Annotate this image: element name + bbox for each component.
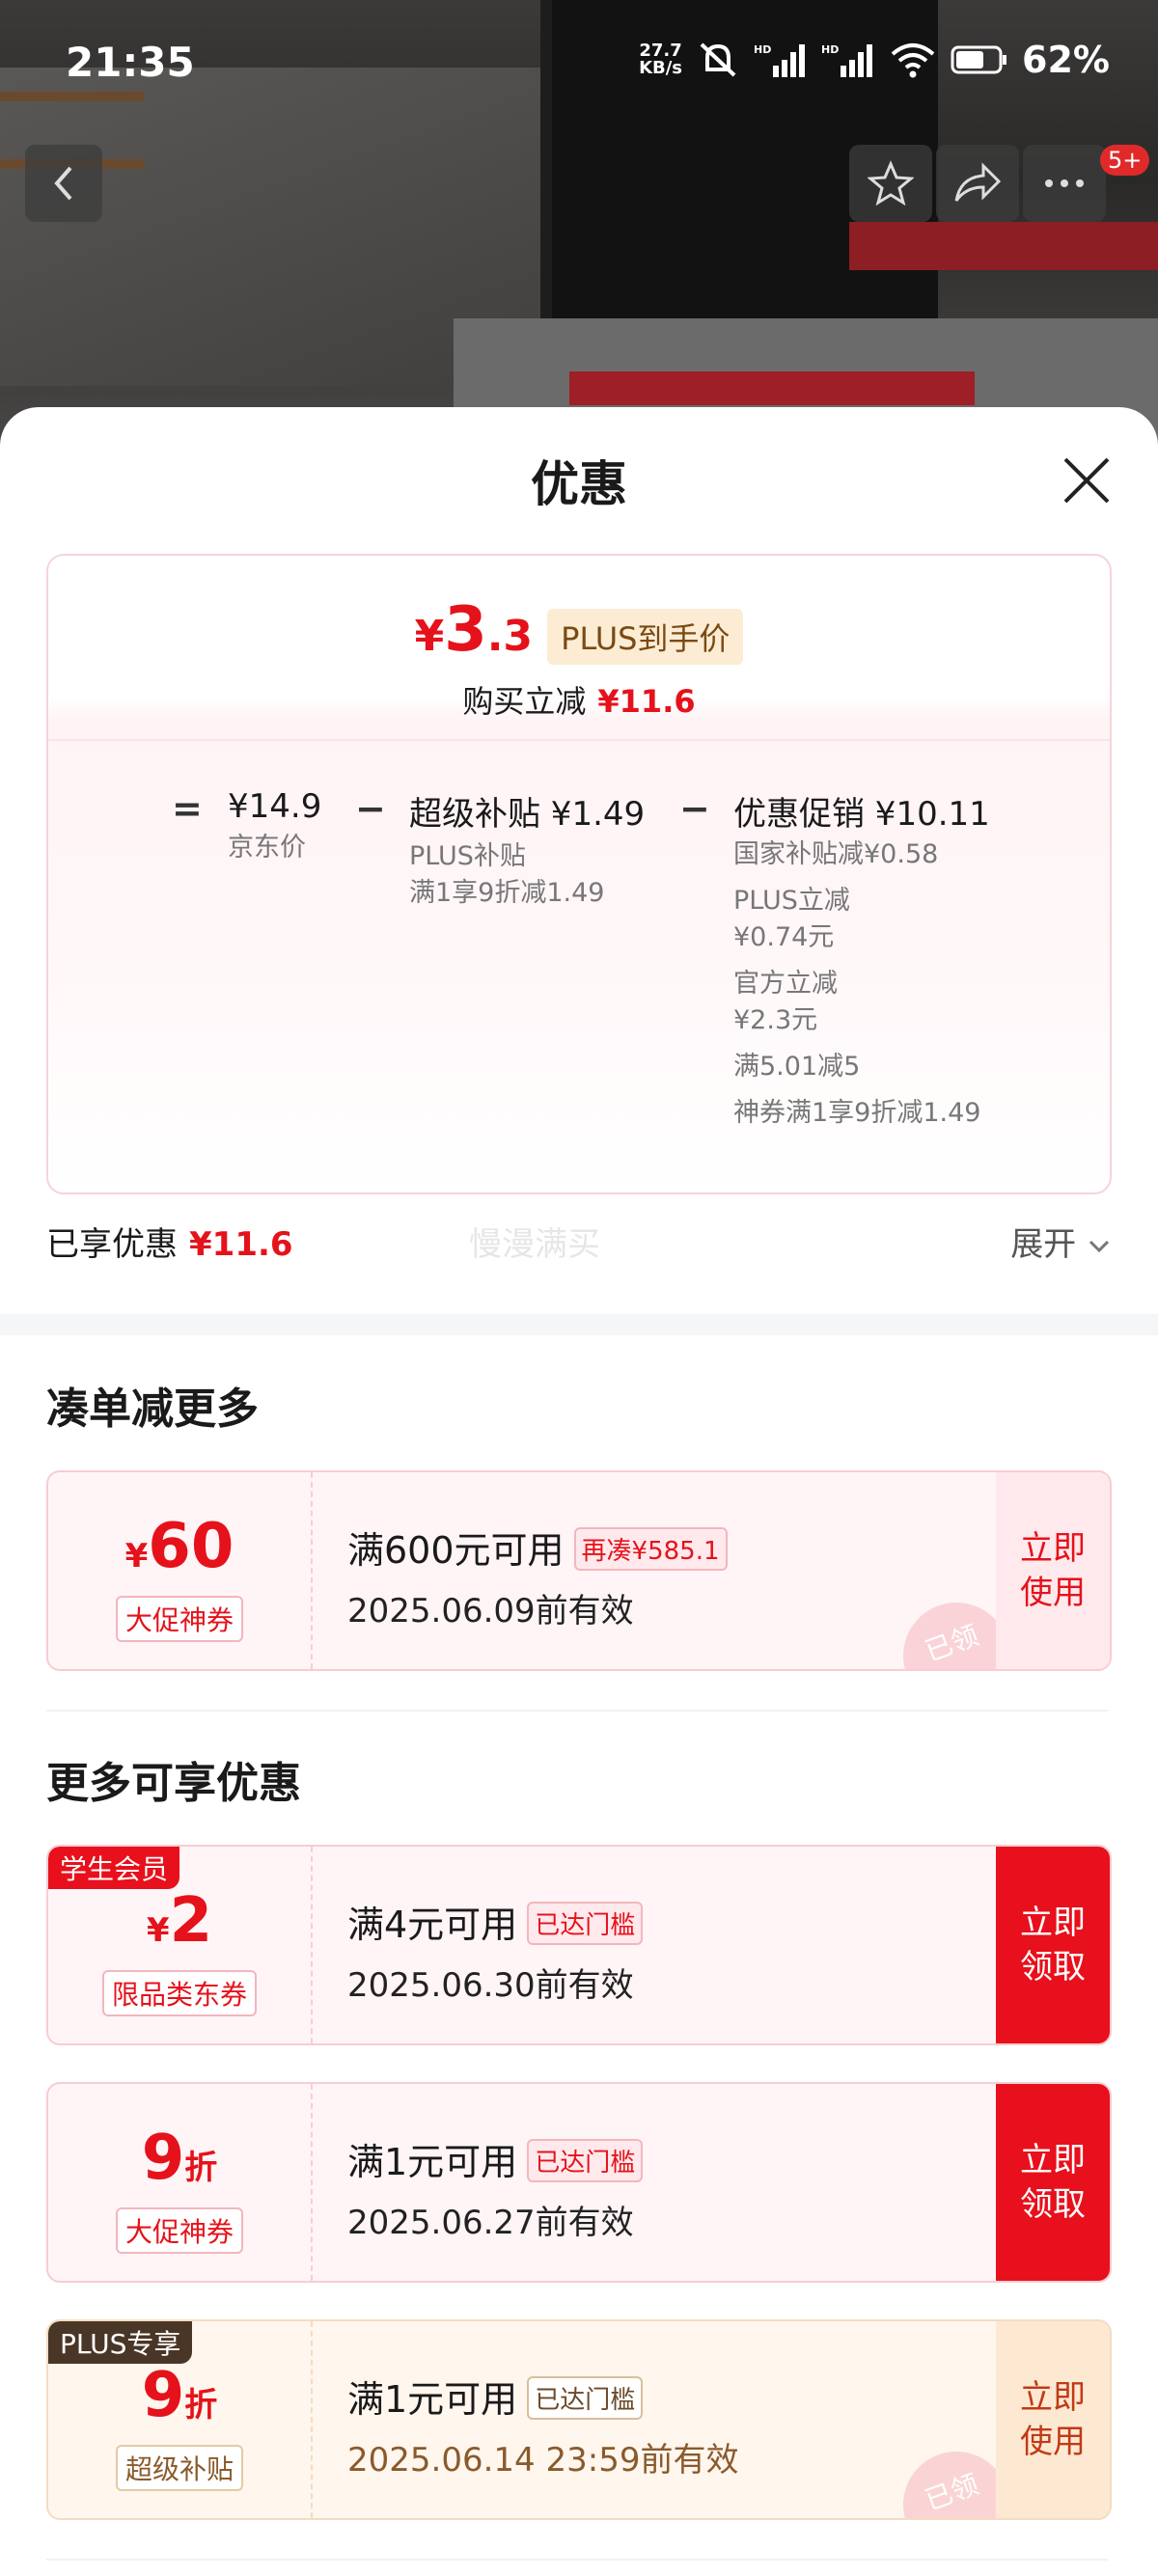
wifi-icon	[891, 43, 935, 78]
signal-icon-2: HD	[821, 43, 873, 77]
share-button[interactable]	[936, 145, 1019, 222]
section-title-more-savings: 凑单减更多	[46, 1384, 259, 1434]
equals-sign: =	[172, 787, 203, 830]
promo-item: 国家补贴减¥0.58	[733, 839, 939, 869]
final-price: ¥3.3	[414, 594, 534, 666]
status-time: 21:35	[66, 39, 195, 86]
coupon-info: 满4元可用 已达门槛 2025.06.30前有效	[347, 1895, 644, 2006]
instant-reduce: 购买立减 ¥11.6	[462, 683, 696, 720]
section-title-more-offers: 更多可享优惠	[46, 1759, 301, 1808]
coupon-chip: 已达门槛	[527, 2139, 644, 2182]
mute-bell-icon	[700, 42, 736, 77]
use-now-button[interactable]: 立即 使用	[996, 2321, 1110, 2518]
minus-sign: −	[355, 787, 386, 830]
plus-exclusive-tag: PLUS专享	[48, 2321, 193, 2364]
student-member-tag: 学生会员	[48, 1847, 180, 1889]
share-icon	[954, 162, 1002, 202]
coupon-kind: 限品类东券	[101, 1970, 257, 2016]
promo-item: 神券满1享9折减1.49	[733, 1098, 981, 1128]
promo-col: 优惠促销 ¥10.11 国家补贴减¥0.58 PLUS立减 ¥0.74元 官方立…	[733, 787, 990, 1132]
back-button[interactable]	[25, 145, 102, 222]
coupon-chip: 再凑¥585.1	[573, 1527, 728, 1571]
coupon-info: 满1元可用 已达门槛 2025.06.27前有效	[347, 2132, 644, 2243]
divider	[46, 1710, 1108, 1712]
coupon-card: ¥2 限品类东券 学生会员 满4元可用 已达门槛 2025.06.30前有效 立即…	[46, 1845, 1112, 2045]
expand-toggle[interactable]: 展开	[1010, 1218, 1112, 1265]
divider	[46, 2559, 1108, 2561]
final-price-row: ¥3.3 PLUS到手价	[48, 594, 1110, 674]
plus-price-tag: PLUS到手价	[547, 608, 744, 665]
red-mat	[569, 371, 975, 405]
svg-text:HD: HD	[754, 43, 771, 56]
message-badge: 5+	[1100, 145, 1150, 176]
section-gap	[0, 1314, 1158, 1335]
close-icon[interactable]	[1062, 455, 1112, 506]
coupon-kind: 大促神券	[115, 1596, 243, 1642]
coupon-value: 9折 大促神券	[48, 2084, 313, 2281]
red-mat-back	[849, 222, 1158, 270]
coupon-card: 9折 超级补贴 PLUS专享 满1元可用 已达门槛 2025.06.14 23:5…	[46, 2319, 1112, 2520]
price-breakdown-card: ¥3.3 PLUS到手价 购买立减 ¥11.6 = ¥14.9 京东价 − 超级补…	[46, 554, 1112, 1194]
star-icon	[868, 160, 914, 206]
coupon-kind: 超级补贴	[115, 2445, 243, 2491]
promo-item: 满5.01减5	[733, 1052, 861, 1082]
divider	[48, 739, 1110, 741]
enjoyed-discount: 已享优惠 ¥11.6	[46, 1225, 293, 1264]
discount-sheet: 优惠 ¥3.3 PLUS到手价 购买立减 ¥11.6 = ¥14.9 京东价 − …	[0, 407, 1158, 2576]
battery-percent: 62%	[1022, 39, 1110, 81]
promo-item: 官方立减 ¥2.3元	[733, 969, 838, 1035]
coupon-card: 9折 大促神券 满1元可用 已达门槛 2025.06.27前有效 立即 领取	[46, 2082, 1112, 2283]
coupon-info: 满1元可用 已达门槛 2025.06.14 23:59前有效	[347, 2376, 739, 2480]
coupon-chip: 已达门槛	[527, 2376, 644, 2420]
coupon-chip: 已达门槛	[527, 1902, 644, 1945]
favorite-button[interactable]	[849, 145, 932, 222]
coupon-info: 满600元可用 再凑¥585.1 2025.06.09前有效	[347, 1521, 728, 1631]
battery-icon	[951, 45, 1007, 74]
status-bar: 21:35 27.7 KB/s HD HD 62%	[0, 0, 1158, 125]
faded-text: 慢漫满买	[469, 1225, 600, 1264]
promo-item: PLUS立减 ¥0.74元	[733, 886, 850, 952]
sheet-title: 优惠	[531, 456, 627, 512]
chevron-down-icon	[1089, 1240, 1110, 1253]
status-icons: 27.7 KB/s HD HD 62%	[639, 39, 1110, 81]
signal-icon: HD	[754, 43, 806, 77]
subsidy-col: 超级补贴 ¥1.49 PLUS补贴 满1享9折减1.49	[409, 795, 646, 908]
coupon-kind: 大促神券	[115, 2207, 243, 2254]
claim-now-button[interactable]: 立即 领取	[996, 2084, 1110, 2281]
svg-text:HD: HD	[821, 43, 839, 56]
coupon-value: ¥60 大促神券	[48, 1472, 313, 1669]
jd-price-col: ¥14.9 京东价	[228, 787, 322, 863]
minus-sign-2: −	[679, 787, 710, 830]
coupon-card: ¥60 大促神券 满600元可用 再凑¥585.1 2025.06.09前有效 已…	[46, 1470, 1112, 1671]
use-now-button[interactable]: 立即 使用	[996, 1472, 1110, 1669]
more-button[interactable]	[1023, 145, 1106, 222]
net-speed: 27.7 KB/s	[639, 41, 683, 78]
more-dots-icon	[1045, 179, 1084, 187]
chevron-left-icon	[54, 166, 72, 201]
claim-now-button[interactable]: 立即 领取	[996, 1847, 1110, 2043]
